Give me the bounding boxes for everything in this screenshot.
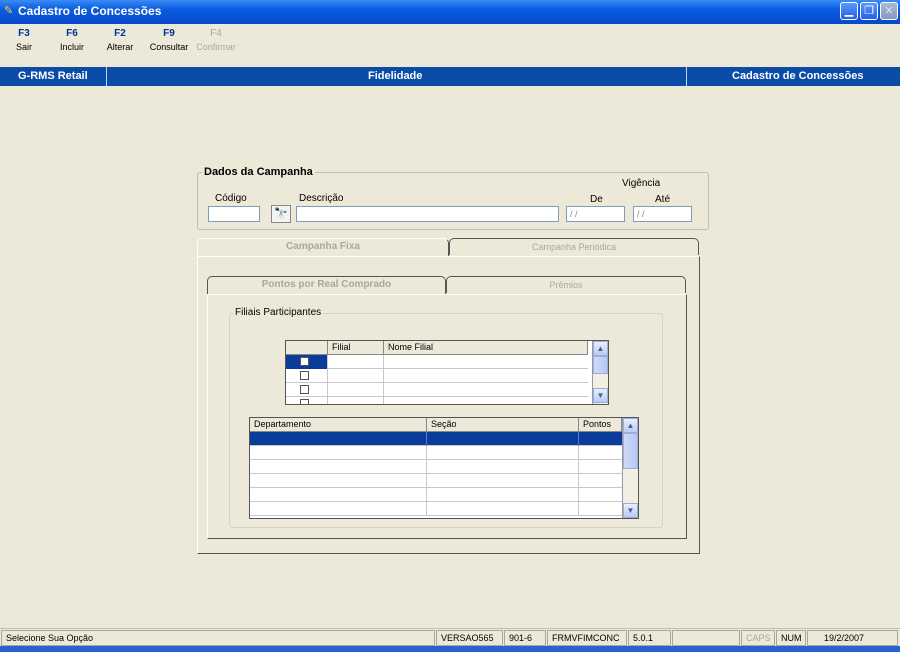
table-row[interactable] [250,488,622,502]
campaign-legend: Dados da Campanha [202,166,315,178]
scroll-down-icon[interactable]: ▼ [593,388,608,403]
app-icon: ✎ [4,5,14,17]
table-row[interactable] [286,355,588,369]
module-header: G-RMS Retail Fidelidade Cadastro de Conc… [0,67,900,86]
status-caps: CAPS [741,630,775,646]
scroll-up-icon[interactable]: ▲ [593,341,608,356]
status-empty [672,630,740,646]
table-row[interactable] [250,460,622,474]
close-button[interactable]: ✕ [880,2,898,20]
row-checkbox[interactable] [300,385,309,394]
description-label: Descrição [299,193,344,204]
departments-grid: Departamento Seção Pontos ▲ ▼ [249,417,639,519]
validity-label: Vigência [622,178,661,189]
departments-scrollbar[interactable]: ▲ ▼ [622,418,638,518]
branches-legend: Filiais Participantes [233,307,324,318]
dept-header-secao[interactable]: Seção [427,418,579,432]
alterar-label: Alterar [106,42,134,52]
alterar-key: F2 [114,28,126,39]
table-row[interactable] [250,502,622,516]
branches-header-nome[interactable]: Nome Filial [384,341,588,355]
binoculars-icon: 🔭 [274,208,288,220]
search-button[interactable]: 🔭 [271,205,291,223]
header-divider [686,67,687,86]
table-row[interactable] [286,383,588,397]
app-name: G-RMS Retail [18,70,88,82]
from-date-input[interactable]: / / [566,206,625,222]
sair-key: F3 [18,28,30,39]
branches-header-select [286,341,328,355]
status-form: FRMVFIMCONC [547,630,627,646]
scroll-up-icon[interactable]: ▲ [623,418,638,433]
sair-button[interactable]: F3 Sair [10,28,38,52]
table-row[interactable] [286,369,588,383]
toolbar: F3 Sair F6 Incluir F2 Alterar F9 Consult… [0,28,900,64]
from-label: De [590,194,603,205]
window-title: Cadastro de Concessões [18,4,162,18]
confirmar-key: F4 [210,28,222,39]
scroll-down-icon[interactable]: ▼ [623,503,638,518]
taskbar-strip [0,646,900,652]
branches-grid: Filial Nome Filial ▲ ▼ [285,340,609,405]
status-build: 5.0.1 [628,630,671,646]
to-date-input[interactable]: / / [633,206,692,222]
maximize-button[interactable]: ❐ [860,2,878,20]
screen-name: Cadastro de Concessões [732,70,864,82]
status-date: 19/2/2007 [807,630,898,646]
consultar-button[interactable]: F9 Consultar [146,28,192,52]
header-divider [106,67,107,86]
to-label: Até [655,194,671,205]
confirmar-label: Confirmar [196,42,236,52]
sair-label: Sair [15,42,32,52]
incluir-label: Incluir [59,42,84,52]
scroll-thumb[interactable] [623,433,638,469]
consultar-label: Consultar [149,42,189,52]
status-version: VERSAO565 [436,630,503,646]
tab-pontos-por-real[interactable]: Pontos por Real Comprado [207,276,446,295]
branches-header-filial[interactable]: Filial [328,341,384,355]
title-bar: ✎ Cadastro de Concessões ▁ ❐ ✕ [0,0,900,24]
module-name: Fidelidade [368,70,423,82]
incluir-key: F6 [66,28,78,39]
table-row[interactable] [250,446,622,460]
alterar-button[interactable]: F2 Alterar [102,28,138,52]
code-input[interactable] [208,206,260,222]
minimize-button[interactable]: ▁ [840,2,858,20]
status-code: 901-6 [504,630,546,646]
code-label: Código [215,193,247,204]
table-row[interactable] [286,397,588,404]
consultar-key: F9 [163,28,175,39]
scroll-thumb[interactable] [593,356,608,374]
status-bar: Selecione Sua Opção VERSAO565 901-6 FRMV… [0,628,900,647]
table-row[interactable] [250,474,622,488]
tab-campanha-periodica[interactable]: Campanha Periódica [449,238,699,255]
row-checkbox[interactable] [300,371,309,380]
incluir-button[interactable]: F6 Incluir [56,28,88,52]
confirmar-button[interactable]: F4 Confirmar [194,28,238,52]
row-checkbox[interactable] [300,357,309,366]
dept-header-departamento[interactable]: Departamento [250,418,427,432]
row-checkbox[interactable] [300,399,309,404]
dept-header-pontos[interactable]: Pontos [579,418,622,432]
status-num: NUM [776,630,806,646]
table-row[interactable] [250,432,622,446]
tab-campanha-fixa[interactable]: Campanha Fixa [197,238,449,257]
tab-premios[interactable]: Prêmios [446,276,686,293]
branches-scrollbar[interactable]: ▲ ▼ [592,341,608,404]
description-input[interactable] [296,206,559,222]
status-message: Selecione Sua Opção [1,630,435,646]
